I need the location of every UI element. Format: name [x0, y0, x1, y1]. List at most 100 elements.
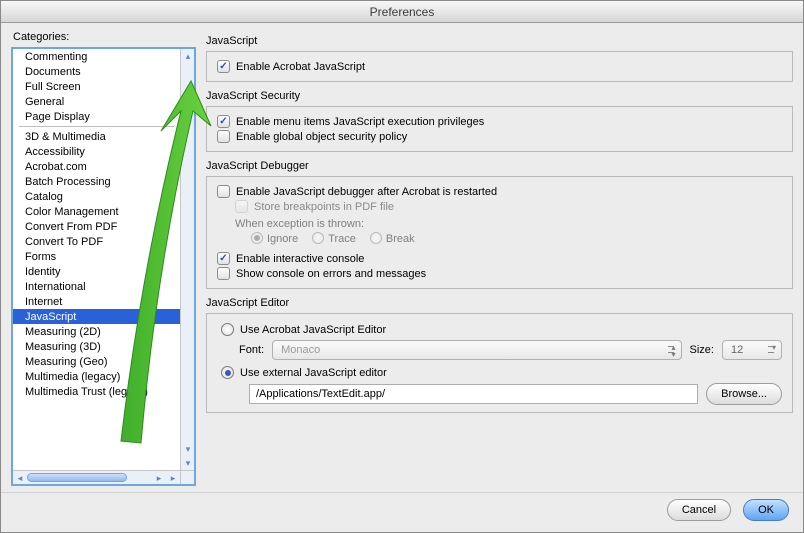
category-item[interactable]: Internet — [13, 294, 180, 309]
radio-trace — [312, 232, 324, 244]
category-item[interactable]: JavaScript — [13, 309, 180, 324]
scroll-corner — [180, 470, 194, 484]
label-global-policy: Enable global object security policy — [236, 131, 407, 143]
label-break: Break — [386, 233, 415, 245]
checkbox-store-breakpoints — [235, 200, 248, 213]
group-editor: Use Acrobat JavaScript Editor Font: Mona… — [206, 313, 793, 413]
category-item[interactable]: Page Display — [13, 109, 180, 124]
input-editor-path[interactable] — [249, 384, 698, 404]
label-size: Size: — [690, 344, 714, 356]
categories-label: Categories: — [13, 31, 196, 43]
scroll-track[interactable] — [181, 63, 194, 442]
group-editor-title: JavaScript Editor — [206, 297, 793, 309]
radio-trace-wrap: Trace — [312, 232, 356, 245]
category-item[interactable]: Convert To PDF — [13, 234, 180, 249]
radio-use-external-editor[interactable] — [221, 366, 234, 379]
checkbox-enable-debugger[interactable] — [217, 185, 230, 198]
row-show-console[interactable]: Show console on errors and messages — [217, 266, 782, 281]
group-debugger: Enable JavaScript debugger after Acrobat… — [206, 176, 793, 289]
checkbox-enable-js[interactable] — [217, 60, 230, 73]
row-enable-js[interactable]: Enable Acrobat JavaScript — [217, 59, 782, 74]
label-use-external-editor: Use external JavaScript editor — [240, 367, 387, 379]
category-item[interactable]: Measuring (3D) — [13, 339, 180, 354]
cancel-button[interactable]: Cancel — [667, 499, 731, 521]
dialog-footer: Cancel OK — [1, 492, 803, 532]
horizontal-scrollbar[interactable]: ◂ ▸ ▸ — [13, 470, 180, 484]
label-interactive-console: Enable interactive console — [236, 253, 364, 265]
category-item[interactable]: International — [13, 279, 180, 294]
row-menu-privileges[interactable]: Enable menu items JavaScript execution p… — [217, 114, 782, 129]
label-use-acrobat-editor: Use Acrobat JavaScript Editor — [240, 324, 386, 336]
category-item[interactable]: Documents — [13, 64, 180, 79]
label-trace: Trace — [328, 233, 356, 245]
category-item[interactable]: Catalog — [13, 189, 180, 204]
category-item[interactable]: Identity — [13, 264, 180, 279]
category-item[interactable]: Full Screen — [13, 79, 180, 94]
checkbox-interactive-console[interactable] — [217, 252, 230, 265]
vertical-scrollbar[interactable]: ▴ ▾ ▾ — [180, 49, 194, 470]
group-debugger-title: JavaScript Debugger — [206, 160, 793, 172]
label-font: Font: — [239, 344, 264, 356]
content: Categories: CommentingDocumentsFull Scre… — [1, 23, 803, 492]
group-javascript-title: JavaScript — [206, 35, 793, 47]
category-item[interactable]: Accessibility — [13, 144, 180, 159]
category-item[interactable]: 3D & Multimedia — [13, 129, 180, 144]
row-enable-debugger[interactable]: Enable JavaScript debugger after Acrobat… — [217, 184, 782, 199]
combo-font[interactable]: Monaco ▴▾ — [272, 340, 681, 360]
combo-size-value: 12 — [731, 344, 743, 356]
scroll-up-icon[interactable]: ▴ — [181, 49, 195, 63]
hscroll-thumb[interactable] — [27, 473, 127, 482]
radio-use-acrobat-editor[interactable] — [221, 323, 234, 336]
row-global-policy[interactable]: Enable global object security policy — [217, 129, 782, 144]
label-when-exception: When exception is thrown: — [235, 218, 782, 230]
category-item[interactable]: Color Management — [13, 204, 180, 219]
window-title: Preferences — [1, 1, 803, 23]
exception-radio-group: Ignore Trace Break — [251, 232, 782, 245]
category-item[interactable]: Acrobat.com — [13, 159, 180, 174]
group-security-title: JavaScript Security — [206, 90, 793, 102]
categories-listbox[interactable]: CommentingDocumentsFull ScreenGeneralPag… — [11, 47, 196, 486]
combo-arrows-icon: ▴▾ — [672, 344, 676, 358]
preferences-window: Preferences Categories: CommentingDocume… — [0, 0, 804, 533]
radio-ignore — [251, 232, 263, 244]
combo-arrows-icon: ▾ — [772, 344, 776, 351]
category-separator — [19, 126, 174, 127]
settings-column: JavaScript Enable Acrobat JavaScript Jav… — [206, 31, 793, 486]
combo-size[interactable]: 12 ▾ — [722, 340, 782, 360]
row-use-acrobat-editor[interactable]: Use Acrobat JavaScript Editor — [221, 323, 782, 336]
label-enable-debugger: Enable JavaScript debugger after Acrobat… — [236, 186, 497, 198]
checkbox-global-policy[interactable] — [217, 130, 230, 143]
label-menu-privileges: Enable menu items JavaScript execution p… — [236, 116, 484, 128]
category-item[interactable]: General — [13, 94, 180, 109]
radio-break — [370, 232, 382, 244]
radio-ignore-wrap: Ignore — [251, 232, 298, 245]
category-item[interactable]: Multimedia (legacy) — [13, 369, 180, 384]
row-font: Font: Monaco ▴▾ Size: 12 ▾ — [239, 340, 782, 360]
category-item[interactable]: Measuring (2D) — [13, 324, 180, 339]
radio-break-wrap: Break — [370, 232, 415, 245]
category-item[interactable]: Convert From PDF — [13, 219, 180, 234]
category-item[interactable]: Batch Processing — [13, 174, 180, 189]
category-item[interactable]: Commenting — [13, 49, 180, 64]
categories-list-inner: CommentingDocumentsFull ScreenGeneralPag… — [13, 49, 180, 470]
label-show-console: Show console on errors and messages — [236, 268, 426, 280]
label-enable-js: Enable Acrobat JavaScript — [236, 61, 365, 73]
scroll-down-icon[interactable]: ▾ — [181, 442, 195, 456]
category-item[interactable]: Forms — [13, 249, 180, 264]
scroll-right-icon-2[interactable]: ▸ — [166, 471, 180, 485]
browse-button[interactable]: Browse... — [706, 383, 782, 405]
group-javascript: Enable Acrobat JavaScript — [206, 51, 793, 82]
checkbox-menu-privileges[interactable] — [217, 115, 230, 128]
categories-column: Categories: CommentingDocumentsFull Scre… — [11, 31, 196, 486]
ok-button[interactable]: OK — [743, 499, 789, 521]
row-use-external-editor[interactable]: Use external JavaScript editor — [221, 366, 782, 379]
label-store-breakpoints: Store breakpoints in PDF file — [254, 201, 394, 213]
category-item[interactable]: Measuring (Geo) — [13, 354, 180, 369]
category-item[interactable]: Multimedia Trust (legacy) — [13, 384, 180, 399]
scroll-right-icon[interactable]: ▸ — [152, 471, 166, 485]
scroll-down-icon-2[interactable]: ▾ — [181, 456, 195, 470]
row-interactive-console[interactable]: Enable interactive console — [217, 251, 782, 266]
checkbox-show-console[interactable] — [217, 267, 230, 280]
scroll-left-icon[interactable]: ◂ — [13, 471, 27, 485]
combo-font-value: Monaco — [281, 344, 320, 356]
